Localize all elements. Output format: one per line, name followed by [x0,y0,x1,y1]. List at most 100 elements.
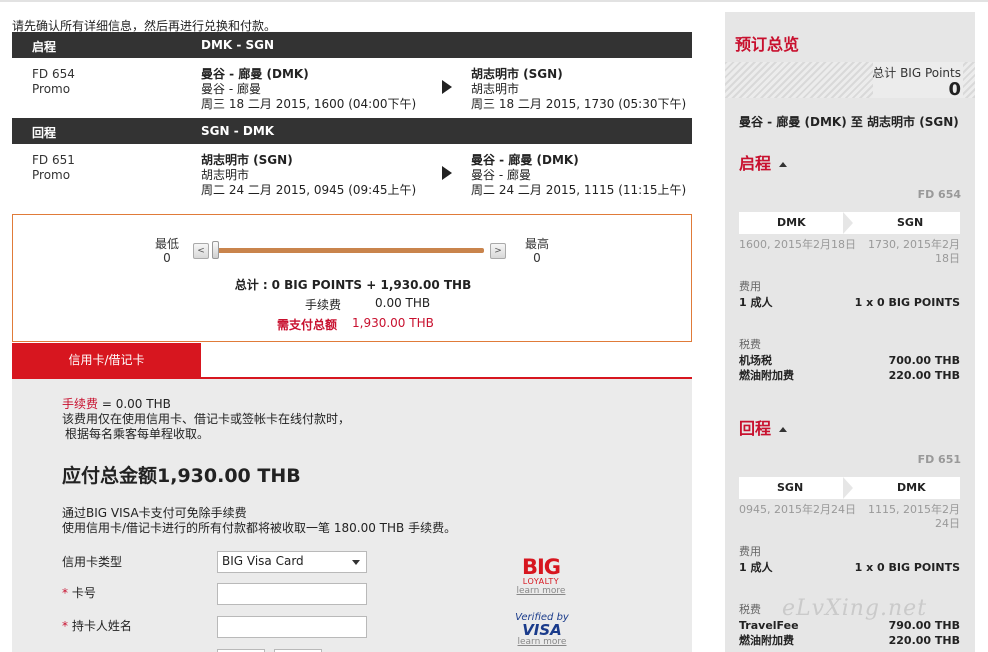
tab-credit-card[interactable]: 信用卡/借记卡 [12,343,201,378]
leg-route: SGN - DMK [201,124,275,138]
visa-note-line2: 使用信用卡/借记卡进行的所有付款都将被收取一笔 180.00 THB 手续费。 [62,521,457,535]
leg-label: 启程 [32,40,57,54]
grand-total-label: 应付总金额 [62,465,158,487]
flight-info: FD 654 Promo [32,67,75,97]
fare-points: 1 x 0 BIG POINTS [854,561,960,574]
chevron-down-icon [352,560,360,565]
card-holder-label: * 持卡人姓名 [62,619,132,633]
fee-note-line2: 该费用仅在使用信用卡、借记卡或签帐卡在线付款时， [62,412,351,426]
tax-row: 机场税 700.00 THB [739,354,960,368]
chevron-right-icon [843,212,853,234]
summary-route: 曼谷 - 廊曼 (DMK) 至 胡志明市 (SGN) [739,115,959,129]
points-summary-value: 0 [948,79,961,100]
flight-number: FD 651 [32,153,75,167]
fee-note-label: 手续费 [62,397,99,411]
booking-summary-sidebar: 预订总览 总计 BIG Points 0 曼谷 - 廊曼 (DMK) 至 胡志明… [725,12,975,652]
departure-airport: 曼谷 - 廊曼 (DMK) [201,67,309,81]
chevron-right-icon [843,477,853,499]
departure-time: 周三 18 二月 2015, 1600 (04:00下午) [201,97,417,111]
summary-segment: DMK SGN [739,212,960,234]
flight-info: FD 651 Promo [32,153,75,183]
points-max: 最高 0 [523,237,551,265]
tax-name: 燃油附加费 [739,369,794,382]
big-logo-sub: LOYALTY [522,577,560,586]
departure-city: 胡志明市 [201,168,250,182]
tax-amount: 220.00 THB [888,634,960,647]
departure-info: 胡志明市 (SGN) 胡志明市 周二 24 二月 2015, 0945 (09:… [201,153,416,198]
fare-class: Promo [32,168,71,182]
total-value: 0 BIG POINTS + 1,930.00 THB [271,278,472,292]
leg-row-outbound: FD 654 Promo 曼谷 - 廊曼 (DMK) 曼谷 - 廊曼 周三 18… [12,58,692,118]
segment-arr-time: 1115, 2015年2月24日 [868,503,960,530]
card-number-input[interactable] [217,583,367,605]
fare-pax: 1 成人 [739,296,773,309]
fare-pax: 1 成人 [739,561,773,574]
points-summary: 总计 BIG Points 0 [725,62,975,100]
arrival-time: 周三 18 二月 2015, 1730 (05:30下午) [471,97,687,111]
departure-airport: 胡志明市 (SGN) [201,153,293,167]
visa-logo-line2: VISA [522,621,562,639]
arrival-time: 周二 24 二月 2015, 1115 (11:15上午) [471,183,687,197]
slider-increase-button[interactable]: > [490,243,506,259]
fare-label: 费用 [739,280,761,293]
arrival-airport: 曼谷 - 廊曼 (DMK) [471,153,579,167]
caret-up-icon [779,427,788,432]
top-divider [0,0,988,2]
leg-header-return: 回程 SGN - DMK [12,118,692,144]
fee-value: 0.00 THB [375,296,431,310]
segment-from: SGN [777,481,804,494]
tax-amount: 220.00 THB [888,369,960,382]
watermark: eLvXing.net [782,596,928,621]
visa-note-line1: 通过BIG VISA卡支付可免除手续费 [62,506,247,520]
leg-label: 回程 [32,126,57,140]
card-type-select[interactable]: BIG Visa Card [217,551,367,573]
arrival-city: 胡志明市 [471,82,520,96]
summary-flight-number: FD 651 [917,453,961,466]
summary-leg-toggle[interactable]: 回程 [739,415,788,439]
leg-route: DMK - SGN [201,38,275,52]
grand-total-value: 1,930.00 THB [157,465,301,487]
segment-arr-time: 1730, 2015年2月18日 [868,238,960,265]
tax-row: TravelFee 790.00 THB [739,619,960,633]
payment-panel: 手续费 = 0.00 THB 该费用仅在使用信用卡、借记卡或签帐卡在线付款时， … [12,379,692,652]
pay-total-value: 1,930.00 THB [352,316,434,330]
segment-to: DMK [897,481,926,494]
points-total-line: 总计 : 0 BIG POINTS + 1,930.00 THB [13,276,693,293]
card-number-label: * 卡号 [62,586,96,600]
departure-time: 周二 24 二月 2015, 0945 (09:45上午) [201,183,417,197]
card-type-value: BIG Visa Card [222,554,304,568]
fare-points: 1 x 0 BIG POINTS [854,296,960,309]
flight-number: FD 654 [32,67,75,81]
points-slider-track[interactable] [212,248,484,253]
segment-dep-time: 1600, 2015年2月18日 [739,238,856,251]
departure-info: 曼谷 - 廊曼 (DMK) 曼谷 - 廊曼 周三 18 二月 2015, 160… [201,67,416,112]
leg-row-return: FD 651 Promo 胡志明市 (SGN) 胡志明市 周二 24 二月 20… [12,144,692,204]
fare-label: 费用 [739,545,761,558]
tax-label: 税费 [739,338,761,351]
tax-name: 机场税 [739,354,772,367]
summary-title: 预订总览 [735,35,800,54]
learn-more-link[interactable]: learn more [516,586,566,596]
pay-total-label: 需支付总额 [277,318,338,332]
tax-row: 燃油附加费 220.00 THB [739,634,960,648]
slider-decrease-button[interactable]: < [193,243,209,259]
arrival-info: 胡志明市 (SGN) 胡志明市 周三 18 二月 2015, 1730 (05:… [471,67,686,112]
card-type-label: 信用卡类型 [62,555,123,569]
arrival-airport: 胡志明市 (SGN) [471,67,563,81]
big-logo-text: BIG [521,555,561,579]
tax-label: 税费 [739,603,761,616]
fare-class: Promo [32,82,71,96]
fee-label: 手续费 [305,298,342,312]
points-slider-thumb[interactable] [212,241,219,259]
arrival-city: 曼谷 - 廊曼 [471,168,531,182]
tax-amount: 700.00 THB [888,354,960,367]
fare-row: 1 成人 1 x 0 BIG POINTS [739,561,960,575]
arrow-right-icon [442,80,452,94]
learn-more-link[interactable]: learn more [512,637,572,647]
summary-leg-toggle[interactable]: 启程 [739,150,788,174]
points-max-label: 最高 [524,237,549,251]
grand-total: 应付总金额1,930.00 THB [62,461,301,488]
card-holder-input[interactable] [217,616,367,638]
points-max-value: 0 [533,251,541,265]
fee-note-line3: 根据每名乘客每单程收取。 [65,427,210,441]
